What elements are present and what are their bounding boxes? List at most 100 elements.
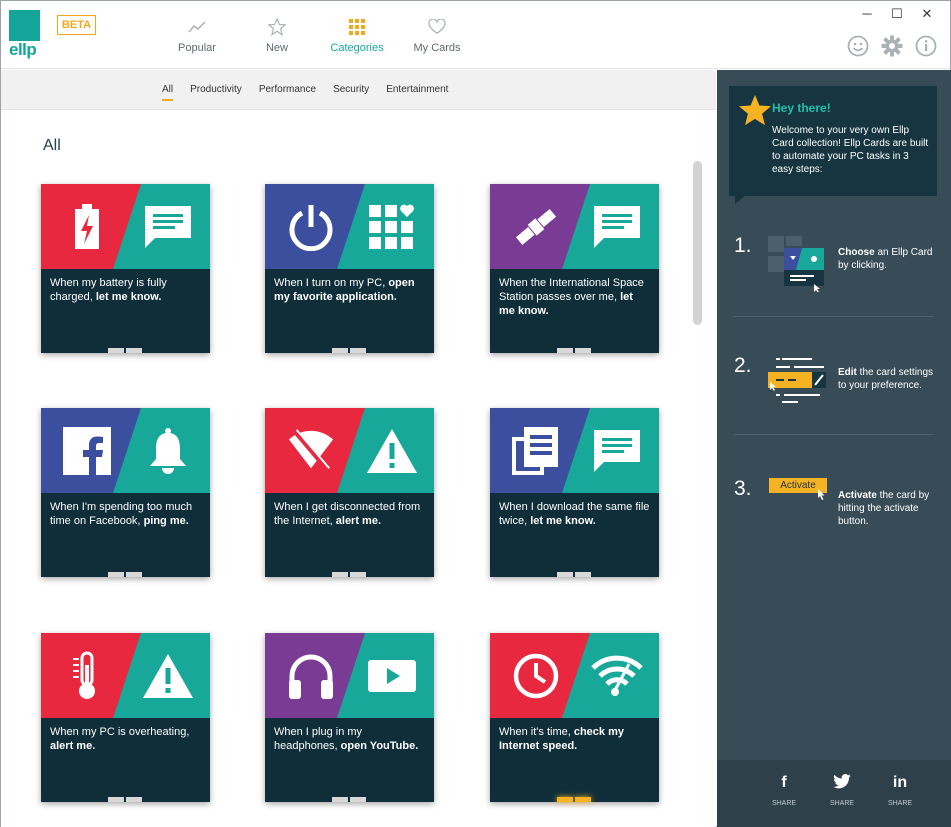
card-action-text: ping me.	[143, 515, 189, 527]
welcome-text: Welcome to your very own Ellp Card colle…	[772, 125, 929, 175]
card-trigger-text: When it's time,	[499, 726, 574, 738]
category-subnav: All Productivity Performance Security En…	[1, 70, 716, 110]
nav-new-label: New	[265, 42, 288, 54]
message-icon	[590, 202, 644, 252]
maximize-button[interactable]: ☐	[882, 3, 912, 25]
heart-icon	[397, 16, 477, 38]
power-icon	[287, 202, 335, 252]
subnav-security[interactable]: Security	[333, 84, 369, 101]
card-description: When I turn on my PC, open my favorite a…	[265, 269, 434, 304]
card-header	[265, 633, 434, 718]
card-grid-area: All When my battery is fully charged, le…	[1, 111, 716, 827]
nav-categories[interactable]: Categories	[317, 16, 397, 54]
step-3-text: Activate the card by hitting the activat…	[838, 490, 930, 527]
logo-square	[9, 10, 40, 41]
nav-new[interactable]: New	[237, 16, 317, 54]
subnav-performance[interactable]: Performance	[259, 84, 316, 101]
step-number: 2.	[734, 354, 752, 377]
nav-my-cards-label: My Cards	[413, 42, 461, 54]
card-tabs	[332, 572, 366, 577]
ellp-card[interactable]: When the International Space Station pas…	[490, 184, 659, 353]
step-number: 3.	[734, 477, 752, 500]
subnav-entertainment[interactable]: Entertainment	[386, 84, 448, 101]
ellp-logo[interactable]: ellp	[9, 10, 41, 59]
section-heading: All	[43, 137, 61, 154]
card-action-text: alert me.	[335, 515, 382, 527]
card-tabs	[108, 348, 142, 353]
card-description: When my battery is fully charged, let me…	[41, 269, 210, 304]
clock-icon	[512, 651, 560, 701]
card-tabs	[557, 572, 591, 577]
card-description: When I download the same file twice, let…	[490, 493, 659, 528]
ellp-card[interactable]: When my battery is fully charged, let me…	[41, 184, 210, 353]
thermometer-icon	[63, 651, 111, 701]
minimize-button[interactable]: ─	[852, 3, 882, 25]
ellp-card[interactable]: When I'm spending too much time on Faceb…	[41, 408, 210, 577]
ellp-card[interactable]: When I download the same file twice, let…	[490, 408, 659, 577]
share-linkedin[interactable]: in SHARE	[888, 774, 912, 827]
card-tabs	[108, 797, 142, 802]
subnav-productivity[interactable]: Productivity	[190, 84, 242, 101]
card-description: When my PC is overheating, alert me.	[41, 718, 210, 753]
smiley-icon[interactable]	[846, 34, 870, 58]
share-bar: f SHARE SHARE in SHARE	[717, 760, 951, 827]
ellp-card[interactable]: When it's time, check my Internet speed.	[490, 633, 659, 802]
subnav-all[interactable]: All	[162, 84, 174, 101]
step-1: 1. Choose an Ellp Card by clicking.	[734, 234, 944, 294]
share-label: SHARE	[771, 800, 797, 807]
step-2-text: Edit the card settings to your preferenc…	[838, 367, 934, 391]
close-button[interactable]: ✕	[912, 3, 942, 25]
warning-icon	[365, 426, 419, 476]
card-tabs	[557, 797, 591, 802]
card-header	[265, 408, 434, 493]
logo-text: ellp	[9, 40, 37, 59]
card-header	[41, 408, 210, 493]
warning-icon	[141, 651, 195, 701]
share-label: SHARE	[829, 800, 855, 807]
linkedin-icon: in	[892, 774, 908, 791]
card-header	[41, 184, 210, 269]
card-header	[490, 408, 659, 493]
choose-card-illustration	[766, 234, 828, 293]
grid-icon	[317, 16, 397, 38]
card-description: When I'm spending too much time on Faceb…	[41, 493, 210, 528]
card-description: When I get disconnected from the Interne…	[265, 493, 434, 528]
apps-icon	[365, 202, 419, 252]
nav-popular-label: Popular	[178, 42, 216, 54]
gear-icon[interactable]	[880, 34, 904, 58]
facebook-icon	[63, 426, 111, 476]
main-nav: Popular New Categories My Cards	[157, 16, 477, 54]
card-action-text: let me know.	[530, 515, 596, 527]
card-description: When the International Space Station pas…	[490, 269, 659, 318]
card-header	[41, 633, 210, 718]
edit-settings-illustration	[766, 354, 828, 412]
share-twitter[interactable]: SHARE	[830, 774, 854, 827]
card-header	[490, 184, 659, 269]
card-action-text: alert me.	[50, 740, 96, 752]
no-wifi-icon	[287, 426, 335, 476]
bell-icon	[141, 426, 195, 476]
ellp-card[interactable]: When I get disconnected from the Interne…	[265, 408, 434, 577]
step-1-text: Choose an Ellp Card by clicking.	[838, 247, 933, 271]
ellp-card[interactable]: When my PC is overheating, alert me.	[41, 633, 210, 802]
files-icon	[512, 426, 560, 476]
nav-popular[interactable]: Popular	[157, 16, 237, 54]
step-3: 3. Activate Activate the card by hitting…	[734, 477, 944, 537]
info-icon[interactable]	[914, 34, 938, 58]
share-facebook[interactable]: f SHARE	[772, 774, 796, 827]
ellp-card[interactable]: When I turn on my PC, open my favorite a…	[265, 184, 434, 353]
step-number: 1.	[734, 234, 752, 257]
card-tabs	[108, 572, 142, 577]
card-header	[490, 633, 659, 718]
ellp-card[interactable]: When I plug in my headphones, open YouTu…	[265, 633, 434, 802]
activate-illustration: Activate	[766, 477, 828, 535]
youtube-icon	[365, 651, 419, 701]
header-actions	[846, 34, 938, 58]
scrollbar-thumb[interactable]	[693, 161, 702, 325]
card-header	[265, 184, 434, 269]
callout-tail	[735, 196, 745, 204]
divider	[734, 316, 933, 317]
nav-my-cards[interactable]: My Cards	[397, 16, 477, 54]
window-controls: ─ ☐ ✕	[852, 3, 942, 25]
star-icon	[738, 94, 772, 131]
